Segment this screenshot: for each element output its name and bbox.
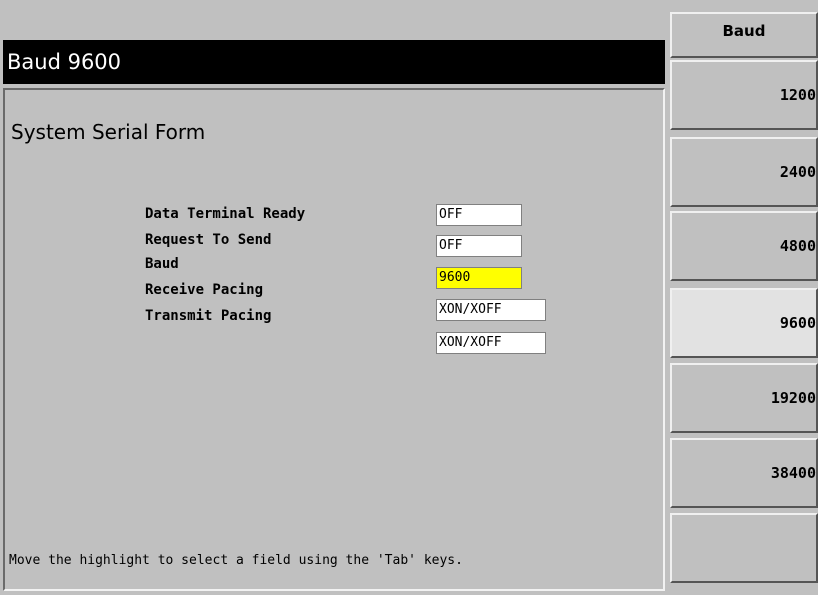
softkey-9600[interactable]: 9600 — [670, 288, 818, 358]
softkey-4800[interactable]: 4800 — [670, 211, 818, 281]
softkey-label: 9600 — [779, 314, 816, 332]
softkey-19200[interactable]: 19200 — [670, 363, 818, 433]
field-transmit-pacing[interactable]: XON/XOFF — [436, 332, 546, 354]
softkey-1200[interactable]: 1200 — [670, 60, 818, 130]
serial-form-panel: System Serial Form Data Terminal Ready O… — [3, 88, 665, 591]
form-title: System Serial Form — [11, 120, 206, 144]
softkey-label: 4800 — [779, 237, 816, 255]
field-request-to-send[interactable]: OFF — [436, 235, 522, 257]
field-receive-pacing[interactable]: XON/XOFF — [436, 299, 546, 321]
title-bar: Baud 9600 — [3, 40, 665, 84]
field-data-terminal-ready[interactable]: OFF — [436, 204, 522, 226]
softkey-label: 2400 — [779, 163, 816, 181]
field-label-transmit-pacing: Transmit Pacing — [145, 308, 272, 324]
help-text: Move the highlight to select a field usi… — [9, 553, 463, 568]
softkey-menu-title: Baud — [670, 12, 818, 58]
softkey-label: 19200 — [770, 389, 816, 407]
softkey-panel: Baud 1200 2400 4800 9600 19200 38400 — [670, 0, 818, 595]
softkey-blank[interactable] — [670, 513, 818, 583]
field-label-request-to-send: Request To Send — [145, 232, 272, 248]
softkey-38400[interactable]: 38400 — [670, 438, 818, 508]
field-label-receive-pacing: Receive Pacing — [145, 282, 264, 298]
softkey-2400[interactable]: 2400 — [670, 137, 818, 207]
field-label-baud: Baud — [145, 256, 179, 272]
softkey-label: 1200 — [779, 86, 816, 104]
field-baud[interactable]: 9600 — [436, 267, 522, 289]
softkey-label: 38400 — [770, 464, 816, 482]
field-label-data-terminal-ready: Data Terminal Ready — [145, 206, 306, 222]
title-bar-text: Baud 9600 — [7, 50, 122, 74]
instrument-screen: Baud 9600 System Serial Form Data Termin… — [0, 0, 818, 595]
